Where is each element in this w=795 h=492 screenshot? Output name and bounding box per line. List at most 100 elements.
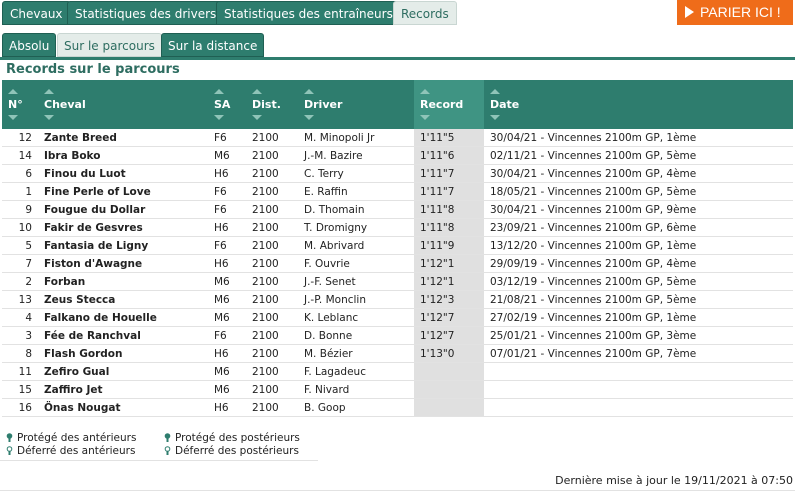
cell-driver: C. Terry — [298, 164, 414, 183]
cell-distance: 2100 — [246, 398, 298, 417]
sort-up-icon — [8, 89, 18, 94]
table-header-row: N° Cheval SA Dist. Driver Record Date — [2, 80, 793, 129]
sort-down-icon — [420, 115, 430, 120]
column-header-numero[interactable]: N° — [2, 80, 38, 129]
cell-sa: H6 — [208, 164, 246, 183]
sort-down-icon — [44, 115, 54, 120]
sort-up-icon — [44, 89, 54, 94]
column-header-cheval[interactable]: Cheval — [38, 80, 208, 129]
legend-item: Déferré des antérieurs — [6, 445, 136, 458]
cell-date: 30/04/21 - Vincennes 2100m GP, 9ème — [484, 200, 793, 219]
shoe-protected-icon — [6, 433, 13, 442]
sort-up-icon — [252, 89, 262, 94]
cell-numero: 14 — [2, 146, 38, 165]
cell-record: 1'12"1 — [414, 272, 484, 291]
cell-record — [414, 380, 484, 399]
legend-item: Protégé des postérieurs — [164, 432, 300, 445]
cell-cheval[interactable]: Fine Perle of Love — [38, 182, 208, 201]
cell-date: 25/01/21 - Vincennes 2100m GP, 3ème — [484, 326, 793, 345]
cell-date: 21/08/21 - Vincennes 2100m GP, 5ème — [484, 290, 793, 309]
cell-sa: M6 — [208, 362, 246, 381]
parier-ici-label: PARIER ICI ! — [700, 4, 781, 20]
column-header-driver[interactable]: Driver — [298, 80, 414, 129]
arrow-right-icon — [685, 6, 694, 18]
cell-numero: 12 — [2, 129, 38, 147]
cell-cheval[interactable]: Zante Breed — [38, 129, 208, 147]
cell-cheval[interactable]: Zefiro Gual — [38, 362, 208, 381]
legend-divider — [0, 460, 318, 461]
subtab-sur-la-distance[interactable]: Sur la distance — [161, 33, 265, 57]
cell-numero: 10 — [2, 218, 38, 237]
cell-cheval[interactable]: Finou du Luot — [38, 164, 208, 183]
cell-record: 1'12"7 — [414, 308, 484, 327]
table-row: 6 Finou du Luot H6 2100 C. Terry 1'11"7 30/04/… — [2, 164, 793, 183]
cell-distance: 2100 — [246, 200, 298, 219]
table-row: 15 Zaffiro Jet M6 2100 F. Nivard — [2, 380, 793, 399]
cell-date — [484, 362, 793, 381]
cell-numero: 4 — [2, 308, 38, 327]
cell-numero: 8 — [2, 344, 38, 363]
cell-cheval[interactable]: Fakir de Gesvres — [38, 218, 208, 237]
cell-cheval[interactable]: Zaffiro Jet — [38, 380, 208, 399]
cell-distance: 2100 — [246, 129, 298, 147]
cell-record: 1'11"8 — [414, 200, 484, 219]
cell-cheval[interactable]: Önas Nougat — [38, 398, 208, 417]
column-header-sa[interactable]: SA — [208, 80, 246, 129]
cell-sa: M6 — [208, 290, 246, 309]
cell-driver: B. Goop — [298, 398, 414, 417]
sort-down-icon — [490, 115, 500, 120]
cell-cheval[interactable]: Fantasia de Ligny — [38, 236, 208, 255]
cell-driver: M. Minopoli Jr — [298, 129, 414, 147]
shoe-unshod-icon — [164, 446, 171, 455]
records-table: N° Cheval SA Dist. Driver Record Date 12… — [2, 80, 793, 417]
table-row: 13 Zeus Stecca M6 2100 J.-P. Monclin 1'12"3 21… — [2, 290, 793, 309]
subtab-sur-le-parcours[interactable]: Sur le parcours — [57, 33, 162, 57]
cell-numero: 11 — [2, 362, 38, 381]
tab-statistiques-entraineurs[interactable]: Statistiques des entraîneurs — [216, 1, 401, 25]
sort-up-icon — [304, 89, 314, 94]
cell-driver: M. Abrivard — [298, 236, 414, 255]
cell-record: 1'11"5 — [414, 129, 484, 147]
cell-record: 1'13"0 — [414, 344, 484, 363]
sort-up-icon — [420, 89, 430, 94]
sort-up-icon — [214, 89, 224, 94]
subtab-absolu[interactable]: Absolu — [2, 33, 57, 57]
cell-sa: M6 — [208, 308, 246, 327]
cell-date: 27/02/19 - Vincennes 2100m GP, 1ème — [484, 308, 793, 327]
cell-cheval[interactable]: Falkano de Houelle — [38, 308, 208, 327]
cell-numero: 3 — [2, 326, 38, 345]
cell-cheval[interactable]: Ibra Boko — [38, 146, 208, 165]
cell-sa: F6 — [208, 129, 246, 147]
table-row: 16 Önas Nougat H6 2100 B. Goop — [2, 398, 793, 417]
records-body: 12 Zante Breed F6 2100 M. Minopoli Jr 1'11"5 3… — [2, 129, 793, 417]
table-row: 3 Fée de Ranchval F6 2100 D. Bonne 1'12"7 25/0… — [2, 326, 793, 345]
shoe-protected-icon — [164, 433, 171, 442]
cell-sa: H6 — [208, 344, 246, 363]
cell-cheval[interactable]: Flash Gordon — [38, 344, 208, 363]
cell-driver: J.-P. Monclin — [298, 290, 414, 309]
column-header-record[interactable]: Record — [414, 80, 484, 129]
cell-date: 02/11/21 - Vincennes 2100m GP, 5ème — [484, 146, 793, 165]
cell-driver: K. Leblanc — [298, 308, 414, 327]
cell-date: 13/12/20 - Vincennes 2100m GP, 1ème — [484, 236, 793, 255]
cell-numero: 13 — [2, 290, 38, 309]
cell-cheval[interactable]: Zeus Stecca — [38, 290, 208, 309]
section-title: Records sur le parcours — [6, 62, 180, 77]
cell-cheval[interactable]: Fée de Ranchval — [38, 326, 208, 345]
column-header-date[interactable]: Date — [484, 80, 793, 129]
parier-ici-button[interactable]: PARIER ICI ! — [677, 0, 793, 25]
cell-sa: H6 — [208, 254, 246, 273]
table-row: 7 Fiston d'Awagne H6 2100 F. Ouvrie 1'12"1 29/… — [2, 254, 793, 273]
column-header-distance[interactable]: Dist. — [246, 80, 298, 129]
cell-date: 03/12/19 - Vincennes 2100m GP, 5ème — [484, 272, 793, 291]
tab-statistiques-drivers[interactable]: Statistiques des drivers — [67, 1, 225, 25]
top-tabs: Chevaux Statistiques des drivers Statist… — [0, 0, 795, 26]
tab-chevaux[interactable]: Chevaux — [2, 1, 71, 25]
cell-cheval[interactable]: Fougue du Dollar — [38, 200, 208, 219]
table-row: 4 Falkano de Houelle M6 2100 K. Leblanc 1'12"… — [2, 308, 793, 327]
sort-down-icon — [214, 115, 224, 120]
table-row: 2 Forban M6 2100 J.-F. Senet 1'12"1 03/12/19 -… — [2, 272, 793, 291]
cell-cheval[interactable]: Fiston d'Awagne — [38, 254, 208, 273]
tab-records[interactable]: Records — [393, 1, 457, 25]
cell-cheval[interactable]: Forban — [38, 272, 208, 291]
